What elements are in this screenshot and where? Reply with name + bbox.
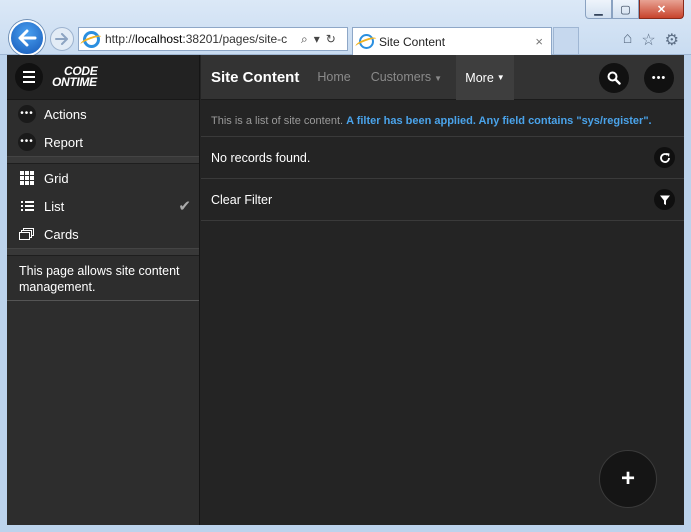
more-dots-icon: ••• (18, 105, 36, 123)
sidebar-item-actions[interactable]: ••• Actions (7, 100, 199, 128)
clear-filter-text[interactable]: Clear Filter (211, 193, 272, 207)
sidebar-item-label: Report (44, 134, 84, 150)
clear-filter-button[interactable] (654, 189, 675, 210)
dropdown-icon[interactable]: ▾ (314, 32, 320, 47)
sidebar-item-label: Cards (44, 226, 79, 242)
more-options-button[interactable]: ••• (644, 63, 674, 93)
sidebar-item-cards[interactable]: Cards (7, 220, 199, 248)
settings-gear-icon[interactable]: ⚙ (665, 30, 679, 50)
no-records-row: No records found. (201, 137, 684, 179)
clear-filter-row[interactable]: Clear Filter (201, 179, 684, 221)
list-icon (21, 201, 34, 211)
tab-ie-logo-icon (359, 34, 374, 49)
minimize-button[interactable]: ▁ (585, 0, 612, 19)
search-icon (607, 71, 621, 85)
checkmark-icon: ✔ (178, 198, 191, 215)
new-tab-button[interactable] (553, 27, 579, 54)
top-bar: Site Content Home Customers ▼ More ▼ ••• (201, 55, 684, 100)
page-description: This page allows site content management… (7, 256, 199, 301)
favorites-star-icon[interactable]: ☆ (641, 30, 655, 50)
grid-icon (20, 171, 34, 185)
window-controls: ▁ ▢ ✕ (585, 0, 684, 19)
address-bar[interactable]: http://localhost:38201/pages/site-c ⌕ ▾ … (78, 27, 348, 51)
browser-toolbar: ⌂ ☆ ⚙ (623, 30, 679, 50)
cards-icon (19, 228, 35, 240)
caret-down-icon: ▼ (496, 73, 505, 82)
app-container: CODE ONTIME ••• Actions ••• Report Grid … (7, 55, 684, 525)
tab-close-icon[interactable]: × (535, 34, 543, 49)
browser-tab[interactable]: Site Content × (352, 27, 552, 55)
nav-more[interactable]: More ▼ (456, 55, 514, 100)
filter-icon (659, 195, 670, 205)
hamburger-menu-icon[interactable] (15, 63, 43, 91)
address-url[interactable]: http://localhost:38201/pages/site-c (105, 32, 295, 46)
sidebar-item-grid[interactable]: Grid (7, 164, 199, 192)
back-button[interactable] (9, 20, 45, 56)
maximize-button[interactable]: ▢ (612, 0, 639, 19)
page-title: Site Content (211, 68, 300, 86)
plus-icon: + (620, 465, 635, 492)
info-text: This is a list of site content. (211, 115, 344, 127)
more-dots-icon: ••• (651, 72, 667, 84)
close-window-button[interactable]: ✕ (639, 0, 684, 19)
search-icon[interactable]: ⌕ (301, 32, 308, 47)
filter-info: This is a list of site content. A filter… (201, 100, 684, 137)
search-button[interactable] (599, 63, 629, 93)
sidebar-item-label: List (44, 198, 65, 214)
caret-down-icon: ▼ (434, 74, 443, 83)
nav-customers[interactable]: Customers ▼ (371, 70, 442, 84)
sidebar-item-list[interactable]: List ✔ (7, 192, 199, 220)
refresh-button[interactable] (654, 147, 675, 168)
no-records-text: No records found. (211, 150, 311, 165)
forward-arrow-icon (55, 33, 68, 45)
add-record-fab[interactable]: + (599, 450, 657, 508)
forward-button[interactable] (50, 27, 74, 51)
main-content: Site Content Home Customers ▼ More ▼ ••• T… (201, 55, 684, 525)
back-arrow-icon (18, 29, 37, 47)
refresh-icon[interactable]: ↻ (326, 32, 336, 47)
code-on-time-logo[interactable]: CODE ONTIME (52, 65, 98, 88)
sidebar-divider (7, 248, 199, 256)
nav-home[interactable]: Home (317, 70, 350, 84)
tab-title: Site Content (379, 34, 446, 49)
sidebar-item-report[interactable]: ••• Report (7, 128, 199, 156)
sidebar-divider (7, 156, 199, 164)
filter-description-link[interactable]: A filter has been applied. Any field con… (346, 115, 651, 127)
browser-chrome: ▁ ▢ ✕ http://localhost:38201/pages/site-… (0, 0, 691, 56)
ie-logo-icon (83, 30, 100, 48)
brand-bar: CODE ONTIME (7, 55, 199, 100)
sidebar: CODE ONTIME ••• Actions ••• Report Grid … (7, 55, 200, 525)
home-icon[interactable]: ⌂ (623, 30, 633, 50)
refresh-icon (659, 152, 670, 163)
sidebar-item-label: Grid (44, 170, 69, 186)
more-dots-icon: ••• (18, 133, 36, 151)
sidebar-item-label: Actions (44, 106, 87, 122)
